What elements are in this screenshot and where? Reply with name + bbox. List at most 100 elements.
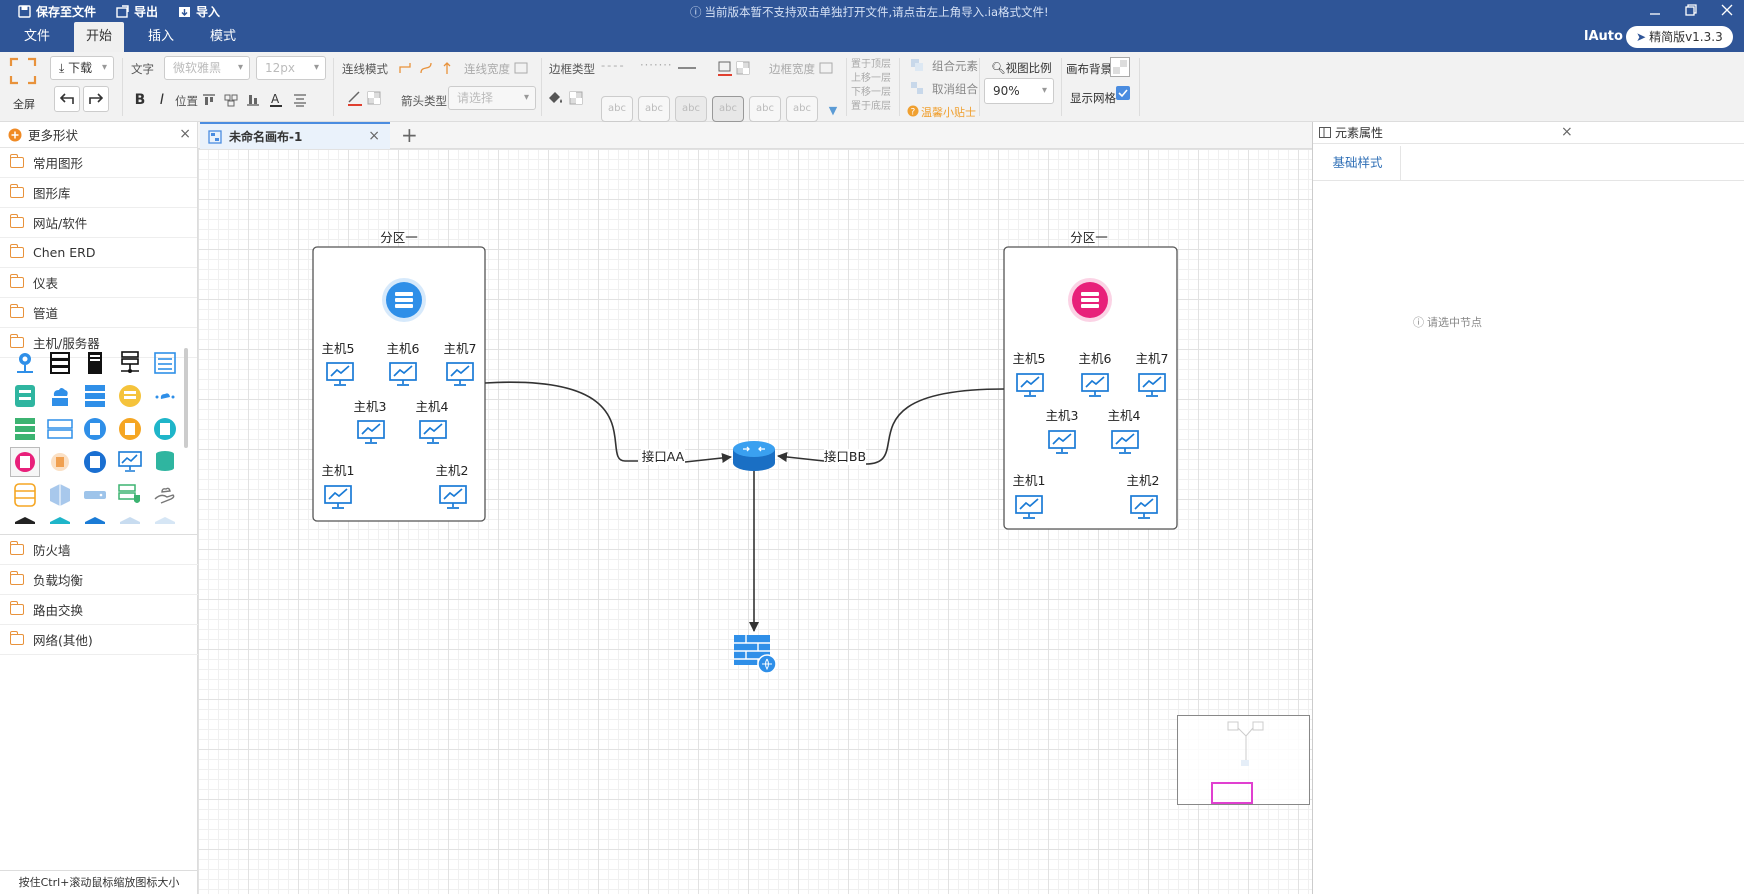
undo-button[interactable] — [54, 86, 80, 112]
align-bottom-icon[interactable] — [243, 90, 263, 110]
border-dot-icon[interactable]: ······· — [640, 58, 673, 72]
border-solid-icon[interactable] — [677, 58, 697, 78]
green-server-shape[interactable] — [10, 414, 40, 444]
style-preset-1[interactable]: abc — [601, 96, 633, 122]
send-to-back-button[interactable]: 置于底层 — [851, 100, 891, 114]
bring-forward-button[interactable]: 上移一层 — [851, 72, 891, 86]
import-button[interactable]: 导入 — [178, 3, 220, 20]
italic-icon[interactable]: I — [152, 90, 172, 110]
category-chen-erd[interactable]: Chen ERD — [0, 238, 197, 268]
tower-server-shape[interactable] — [80, 348, 110, 378]
restore-icon[interactable] — [1682, 1, 1700, 19]
category-web-software[interactable]: 网站/软件 — [0, 208, 197, 238]
pale-cube-shape[interactable] — [150, 513, 180, 524]
blue-cube-shape[interactable] — [80, 513, 110, 524]
category-firewall[interactable]: 防火墙 — [0, 535, 198, 565]
more-shapes-header[interactable]: 更多形状 — [0, 122, 197, 148]
canvas-bg-picker[interactable] — [1110, 57, 1130, 77]
zone-left-server-icon[interactable] — [382, 278, 426, 322]
border-color-icon[interactable] — [715, 58, 735, 78]
orange-circle-server-shape[interactable] — [115, 414, 145, 444]
line-poly-icon[interactable] — [437, 58, 457, 78]
category-routing-switching[interactable]: 路由交换 — [0, 595, 198, 625]
ungroup-button[interactable]: 取消组合 — [932, 81, 978, 97]
export-button[interactable]: 导出 — [116, 3, 158, 20]
database-shape[interactable] — [150, 447, 180, 477]
teal-circle-server-shape[interactable] — [150, 414, 180, 444]
font-family-dropdown[interactable]: 微软雅黑 ▾ — [164, 56, 250, 80]
diagram-canvas[interactable]: 分区一 主机5 主机6 主机7 主机3 主机4 主机1 主机2 分区一 主机5 … — [198, 149, 1312, 894]
line-straight-icon[interactable] — [416, 58, 436, 78]
firewall-icon[interactable] — [734, 635, 777, 674]
arrow-type-dropdown[interactable]: 请选择 ▾ — [448, 86, 536, 110]
add-tab-icon[interactable]: + — [401, 123, 418, 147]
border-dash-icon[interactable]: ---- — [601, 58, 626, 72]
redo-button[interactable] — [83, 86, 109, 112]
server-stack-shape[interactable] — [80, 381, 110, 411]
menu-tab-start[interactable]: 开始 — [74, 22, 125, 52]
style-preset-6[interactable]: abc — [786, 96, 818, 122]
orange-rack-shape[interactable] — [10, 480, 40, 510]
download-dropdown[interactable]: ⤓ 下载 ▾ — [50, 56, 114, 80]
nas-shape[interactable] — [80, 480, 110, 510]
cloud-server-shape[interactable] — [45, 381, 75, 411]
save-to-file-button[interactable]: 保存至文件 — [18, 3, 96, 20]
line-transparent-icon[interactable] — [364, 88, 384, 108]
close-icon[interactable]: × — [368, 128, 380, 144]
group-button[interactable]: 组合元素 — [932, 58, 978, 74]
rack-server-shape[interactable] — [45, 348, 75, 378]
category-pipes[interactable]: 管道 — [0, 298, 197, 328]
close-icon[interactable] — [1718, 1, 1736, 19]
minimap[interactable] — [1177, 715, 1310, 805]
dark-server-shape[interactable] — [10, 513, 40, 524]
style-preset-4[interactable]: abc — [712, 96, 744, 122]
monitor-shape[interactable] — [115, 447, 145, 477]
menu-tab-insert[interactable]: 插入 — [136, 22, 186, 52]
network-server-shape[interactable] — [115, 348, 145, 378]
close-icon[interactable]: × — [179, 126, 191, 142]
connector-right-label[interactable]: 接口BB — [824, 449, 866, 464]
blue-circle-server-shape[interactable] — [80, 414, 110, 444]
font-color-icon[interactable]: A — [266, 90, 286, 110]
cloud-dots-shape[interactable] — [150, 381, 180, 411]
fill-color-icon[interactable] — [545, 88, 565, 108]
blue-square-server-shape[interactable] — [80, 447, 110, 477]
blue-rack-shape[interactable] — [45, 414, 75, 444]
cloud-hand-shape[interactable] — [150, 480, 180, 510]
category-shape-library[interactable]: 图形库 — [0, 178, 197, 208]
category-common-shapes[interactable]: 常用图形 — [0, 148, 197, 178]
menu-tab-file[interactable]: 文件 — [12, 22, 62, 52]
style-preset-3[interactable]: abc — [675, 96, 707, 122]
fill-transparent-icon[interactable] — [566, 88, 586, 108]
border-width-icon[interactable] — [816, 58, 836, 78]
border-transparent-icon[interactable] — [733, 58, 753, 78]
canvas-tab[interactable]: 未命名画布-1 × — [200, 122, 390, 149]
router-icon[interactable] — [733, 441, 775, 471]
tab-basic-style[interactable]: 基础样式 — [1315, 146, 1401, 180]
category-instruments[interactable]: 仪表 — [0, 268, 197, 298]
category-load-balancer[interactable]: 负载均衡 — [0, 565, 198, 595]
zone-right-server-icon[interactable] — [1068, 278, 1112, 322]
align-top-icon[interactable] — [199, 90, 219, 110]
category-network-other[interactable]: 网络(其他) — [0, 625, 198, 655]
line-color-icon[interactable] — [345, 88, 365, 108]
secure-server-shape[interactable] — [115, 480, 145, 510]
bring-to-front-button[interactable]: 置于顶层 — [851, 58, 891, 72]
close-icon[interactable]: × — [1561, 124, 1573, 140]
send-backward-button[interactable]: 下移一层 — [851, 86, 891, 100]
map-pin-server-shape[interactable] — [10, 348, 40, 378]
line-curve-icon[interactable] — [395, 58, 415, 78]
light-cube-shape[interactable] — [115, 513, 145, 524]
minimap-viewport[interactable] — [1211, 782, 1253, 804]
tips-link[interactable]: 温馨小贴士 — [921, 104, 976, 120]
align-middle-icon[interactable] — [221, 90, 241, 110]
minimize-icon[interactable] — [1646, 1, 1664, 19]
line-width-icon[interactable] — [511, 58, 531, 78]
version-badge[interactable]: ➤ 精简版v1.3.3 — [1626, 26, 1733, 48]
light-orange-server-shape[interactable] — [45, 447, 75, 477]
text-align-icon[interactable] — [290, 90, 310, 110]
show-grid-checkbox[interactable] — [1116, 86, 1130, 100]
fullscreen-button[interactable]: 全屏 — [8, 56, 38, 112]
connector-right[interactable] — [865, 388, 1005, 465]
style-preset-2[interactable]: abc — [638, 96, 670, 122]
